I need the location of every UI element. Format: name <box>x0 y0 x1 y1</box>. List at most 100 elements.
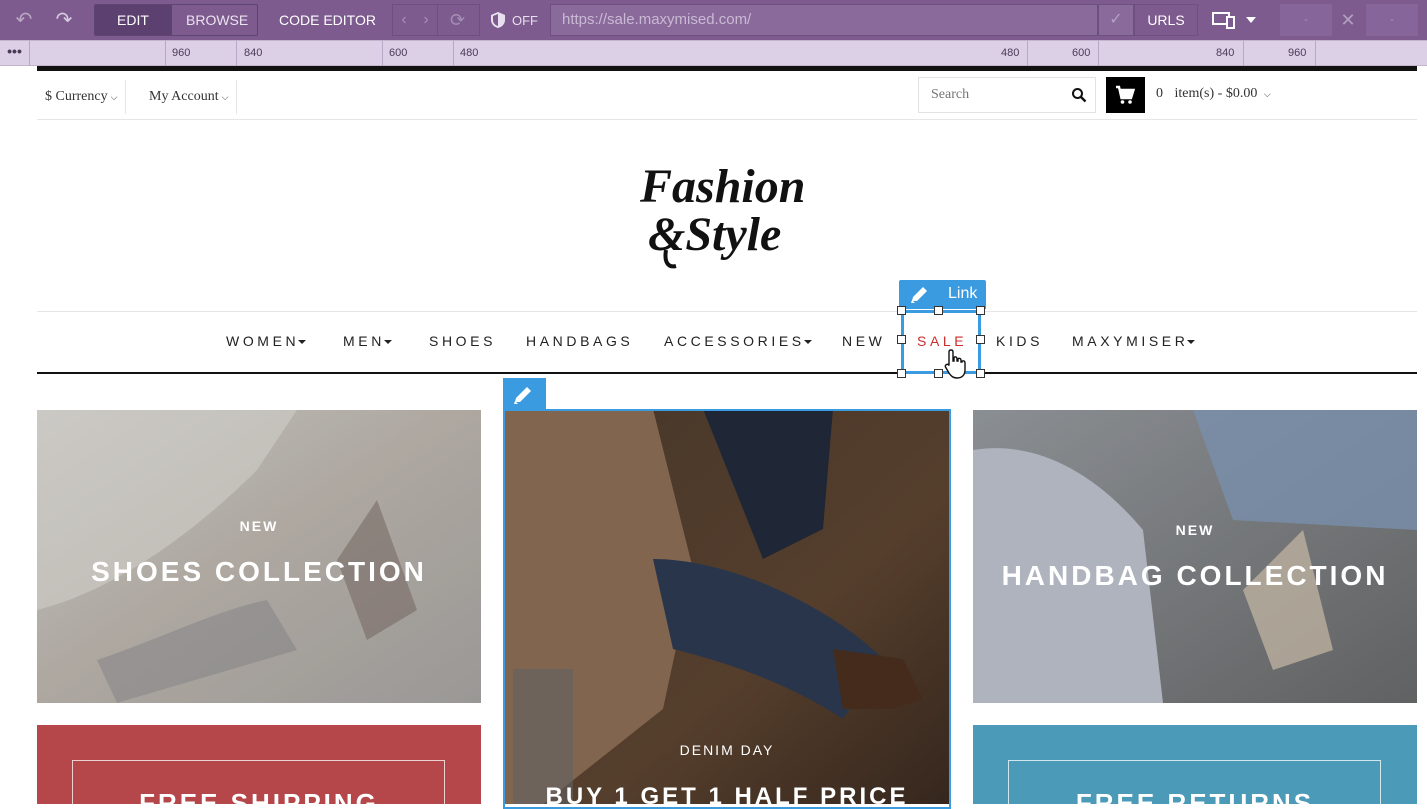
element-highlight <box>503 409 951 809</box>
ruler-tick[interactable] <box>382 41 383 66</box>
ruler-label: 960 <box>172 47 191 59</box>
free-returns-banner[interactable]: FREE RETURNS <box>973 725 1417 804</box>
nav-item-label: MAXYMISER <box>1072 333 1189 349</box>
resize-handle[interactable] <box>934 369 943 378</box>
chevron-down-icon: ⌵ <box>1263 89 1271 99</box>
cart-button[interactable] <box>1106 77 1145 113</box>
ruler-label: 600 <box>389 47 408 59</box>
search-icon[interactable] <box>1071 87 1087 103</box>
selection-label[interactable]: Link <box>899 280 986 309</box>
cart-total: item(s) - $0.00 <box>1174 86 1258 101</box>
resize-handle[interactable] <box>897 369 906 378</box>
pencil-icon <box>514 387 531 404</box>
ruler-tick[interactable] <box>1315 41 1316 66</box>
nav-item-handbags[interactable]: HANDBAGS <box>526 333 633 349</box>
resize-handle[interactable] <box>976 369 985 378</box>
chevron-down-icon: ⌵ <box>110 92 118 102</box>
shield-toggle[interactable]: OFF <box>482 4 548 36</box>
currency-label: $ Currency <box>45 89 108 104</box>
forward-icon[interactable]: › <box>415 11 437 29</box>
banner-tag: NEW <box>1175 522 1215 538</box>
pencil-icon <box>911 287 927 303</box>
chevron-down-icon: ⌵ <box>221 92 229 102</box>
nav-item-label: MEN <box>343 333 385 349</box>
ruler-tick[interactable] <box>236 41 237 66</box>
nav-bottom-border <box>37 372 1417 374</box>
nav-item-accessories[interactable]: ACCESSORIES <box>664 333 812 349</box>
cart-summary[interactable]: 0 item(s) - $0.00 ⌵ <box>1156 86 1271 102</box>
account-dropdown[interactable]: My Account ⌵ <box>141 80 238 114</box>
caret-down-icon <box>1187 340 1196 345</box>
free-shipping-banner[interactable]: FREE SHIPPING <box>37 725 481 804</box>
ruler-tick[interactable] <box>165 41 166 66</box>
nav-item-label: NEW <box>842 333 886 349</box>
selection-box <box>901 310 981 374</box>
collapse-button[interactable]: - <box>1366 4 1418 36</box>
ruler-menu-icon[interactable]: ••• <box>0 41 30 66</box>
banner-tag: NEW <box>239 518 279 534</box>
handbag-collection-banner[interactable]: NEW HANDBAG COLLECTION <box>973 410 1417 703</box>
refresh-icon[interactable]: ⟳ <box>437 5 477 35</box>
ruler-tick[interactable] <box>1098 41 1099 66</box>
mode-switch: EDIT BROWSE <box>94 4 258 36</box>
selection-type: Link <box>948 285 978 302</box>
nav-item-new[interactable]: NEW <box>842 333 885 349</box>
caret-down-icon <box>383 340 392 345</box>
ruler-label: 480 <box>460 47 479 59</box>
nav-item-shoes[interactable]: SHOES <box>429 333 496 349</box>
code-editor-button[interactable]: CODE EDITOR <box>279 12 376 28</box>
account-label: My Account <box>149 89 219 104</box>
devices-icon <box>1212 12 1235 29</box>
shoes-collection-banner[interactable]: NEW SHOES COLLECTION <box>37 410 481 703</box>
ruler-label: 960 <box>1288 47 1307 59</box>
ruler-label: 840 <box>1216 47 1235 59</box>
resize-handle[interactable] <box>897 306 906 315</box>
shield-icon <box>491 12 505 28</box>
editor-toolbar: ↶ ↷ EDIT BROWSE CODE EDITOR ‹ › ⟳ OFF ht… <box>0 0 1427 40</box>
url-input[interactable]: https://sale.maxymised.com/ <box>550 4 1098 36</box>
edit-element-button[interactable] <box>503 378 546 410</box>
check-icon[interactable]: ✓ <box>1098 4 1134 36</box>
resize-handle[interactable] <box>976 306 985 315</box>
chevron-down-icon <box>1246 17 1256 23</box>
shield-status: OFF <box>512 12 538 28</box>
nav-item-women[interactable]: WOMEN <box>226 333 307 349</box>
resize-handle[interactable] <box>976 335 985 344</box>
resize-handle[interactable] <box>897 335 906 344</box>
currency-dropdown[interactable]: $ Currency ⌵ <box>37 80 127 114</box>
browse-mode-button[interactable]: BROWSE <box>171 5 257 35</box>
site-topbar: $ Currency⌵ My Account⌵ 0 item(s) - $0.0… <box>37 76 1417 120</box>
nav-item-kids[interactable]: KIDS <box>996 333 1043 349</box>
banner-heading: SHOES COLLECTION <box>91 556 427 587</box>
close-icon[interactable]: ✕ <box>1338 8 1358 32</box>
search-input[interactable] <box>919 78 1069 112</box>
back-icon[interactable]: ‹ <box>393 11 415 29</box>
caret-down-icon <box>803 340 812 345</box>
breakpoint-ruler: ••• 960 840 600 480 480 600 840 960 <box>0 40 1427 66</box>
main-navigation: WOMEN MEN SHOES HANDBAGS ACCESSORIES NEW… <box>37 312 1417 372</box>
ruler-label: 480 <box>1001 47 1020 59</box>
undo-icon[interactable]: ↶ <box>12 8 36 32</box>
ruler-tick[interactable] <box>1243 41 1244 66</box>
edit-mode-button[interactable]: EDIT <box>95 5 171 35</box>
redo-icon[interactable]: ↷ <box>52 8 76 32</box>
svg-text:&Style: &Style <box>648 208 781 261</box>
search-box <box>918 77 1096 113</box>
resize-handle[interactable] <box>934 306 943 315</box>
caret-down-icon <box>298 340 307 345</box>
urls-button[interactable]: URLS <box>1134 4 1198 36</box>
site-logo[interactable]: Fashion &Style <box>610 150 850 276</box>
header-top-border <box>37 66 1417 71</box>
banner-heading: FREE SHIPPING <box>139 788 379 804</box>
device-selector[interactable] <box>1212 8 1268 32</box>
handbag-photo <box>973 410 1417 703</box>
minimize-button[interactable]: - <box>1280 4 1332 36</box>
ruler-tick[interactable] <box>453 41 454 66</box>
nav-item-men[interactable]: MEN <box>343 333 392 349</box>
nav-item-label: HANDBAGS <box>526 333 634 349</box>
nav-item-label: KIDS <box>996 333 1044 349</box>
nav-item-label: SHOES <box>429 333 497 349</box>
nav-item-maxymiser[interactable]: MAXYMISER <box>1072 333 1196 349</box>
ruler-tick[interactable] <box>1027 41 1028 66</box>
hand-cursor-icon <box>944 349 966 379</box>
